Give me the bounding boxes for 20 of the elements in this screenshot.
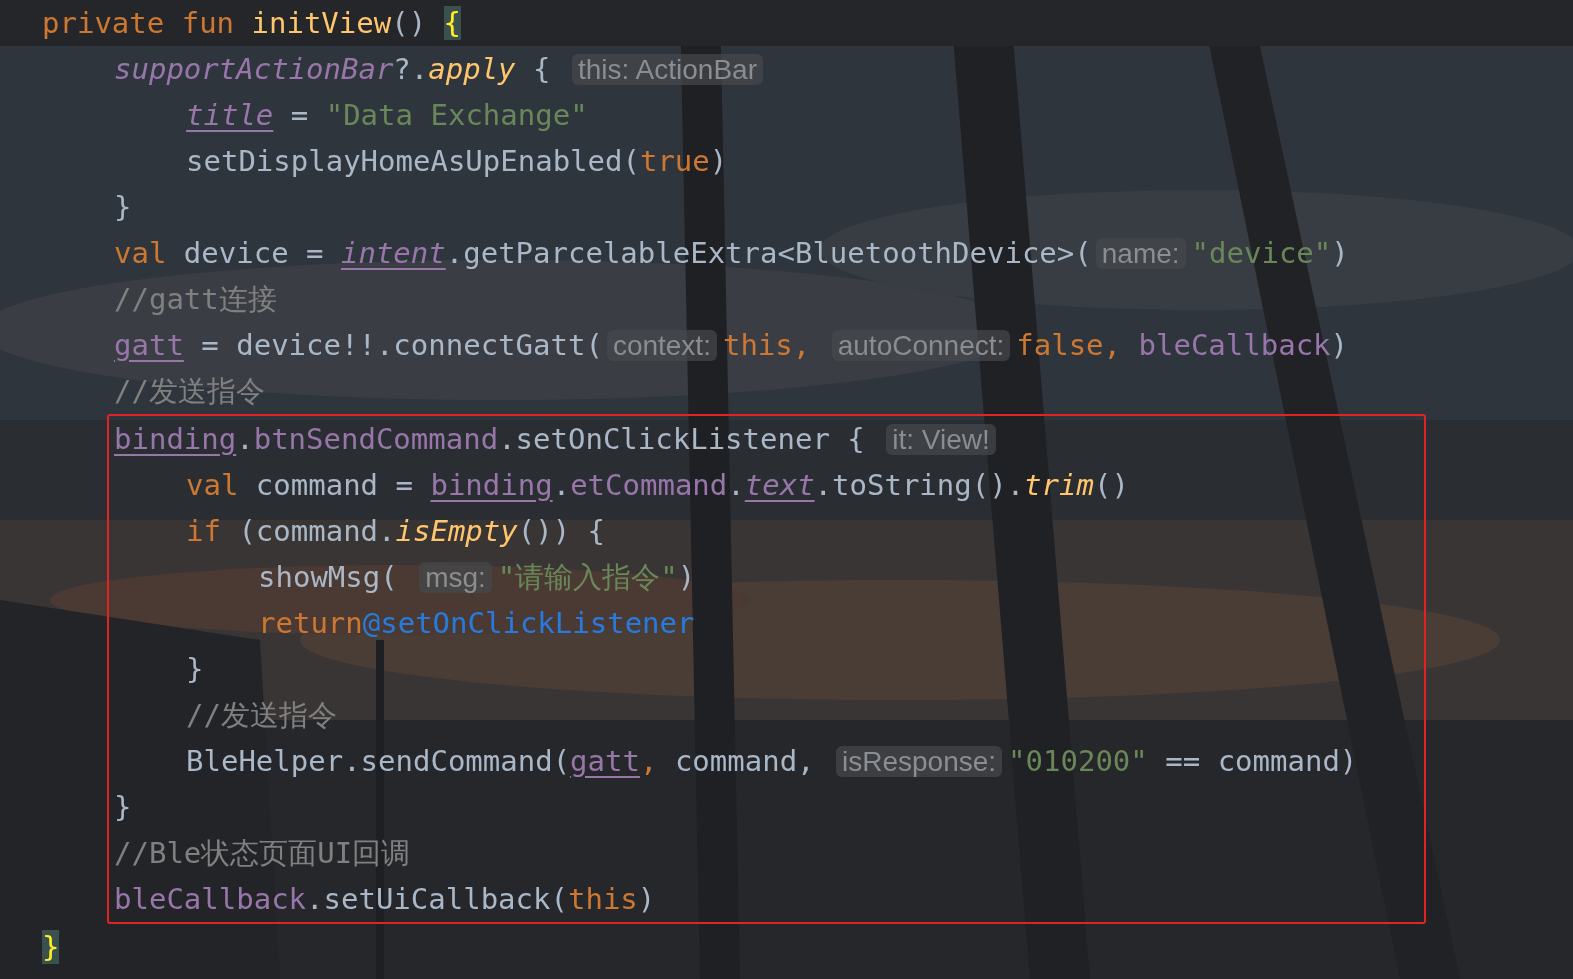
code-line: title = "Data Exchange" [186, 97, 588, 134]
code-line: val command = binding.etCommand.text.toString().trim() [186, 467, 1129, 504]
code-line: private fun initView() { [42, 5, 462, 42]
code-line: showMsg( msg: "请输入指令") [258, 559, 696, 596]
code-line: //发送指令 [114, 373, 265, 410]
code-line: } [186, 651, 204, 688]
code-line: bleCallback.setUiCallback(this) [114, 881, 656, 918]
code-line: //Ble状态页面UI回调 [114, 835, 411, 872]
code-line: } [114, 189, 132, 226]
code-line: val device = intent.getParcelableExtra<BluetoothDevice>( name: "device") [114, 235, 1349, 272]
code-line: gatt = device!!.connectGatt( context: this, autoConnect: false, bleCallback) [114, 327, 1349, 364]
code-line: supportActionBar?.apply { this: ActionBar [114, 46, 769, 92]
code-line: BleHelper.sendCommand(gatt, command, isResponse: "010200" == command) [186, 743, 1358, 780]
code-line: return@setOnClickListener [258, 605, 695, 642]
code-line: if (command.isEmpty()) { [186, 513, 606, 550]
code-line: //发送指令 [186, 697, 337, 734]
code-line: setDisplayHomeAsUpEnabled(true) [186, 143, 728, 180]
code-line: //gatt连接 [114, 281, 277, 318]
code-line: } [114, 789, 132, 826]
code-line: binding.btnSendCommand.setOnClickListener { it: View! [114, 416, 1002, 462]
